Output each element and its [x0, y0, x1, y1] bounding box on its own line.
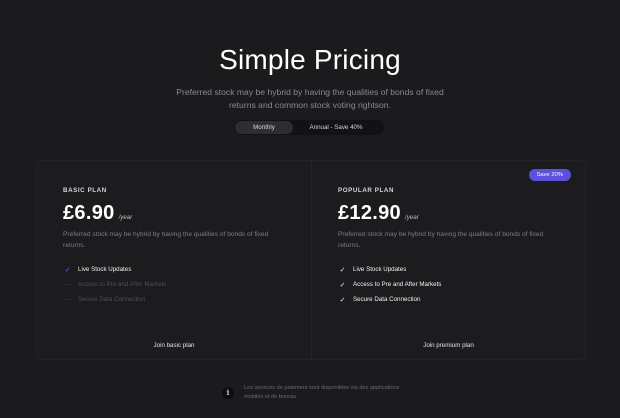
info-icon: i [222, 386, 234, 399]
plan-period: /year [404, 214, 419, 221]
feature-item: — Secure Data Connection [63, 292, 166, 307]
feature-list: ✓ Live Stock Updates — Access to Pre and… [63, 262, 166, 307]
plan-label: POPULAR PLAN [338, 187, 395, 194]
plan-price: £6.90 [63, 202, 115, 224]
plan-description: Preferred stock may be hybrid by having … [338, 231, 544, 249]
join-basic-button[interactable]: Join basic plan [37, 342, 311, 349]
basic-plan-card: BASIC PLAN £6.90 /year Preferred stock m… [36, 160, 311, 360]
page-title: Simple Pricing [219, 44, 401, 75]
billing-toggle[interactable]: Monthly Annual - Save 40% [234, 120, 384, 135]
toggle-monthly[interactable]: Monthly [235, 121, 293, 134]
dash-icon: — [64, 281, 71, 288]
feature-label: Access to Pre and After Markets [353, 281, 442, 288]
save-badge: Save 20% [528, 169, 571, 181]
plan-label: BASIC PLAN [63, 187, 107, 194]
footer-text: Les services de paiement sont disponible… [244, 385, 400, 400]
price-row: £6.90 /year [63, 202, 132, 225]
footer-note: i Les services de paiement sont disponib… [222, 384, 422, 401]
plan-period: /year [118, 214, 133, 221]
page-subtitle: Preferred stock may be hybrid by having … [176, 87, 444, 110]
feature-label: Access to Pre and After Markets [78, 281, 167, 288]
feature-item: ✓ Access to Pre and After Markets [338, 277, 442, 292]
feature-item: ✓ Live Stock Updates [338, 262, 441, 277]
feature-label: Live Stock Updates [78, 266, 132, 273]
feature-item: — Access to Pre and After Markets [63, 277, 166, 292]
popular-plan-card: Save 20% POPULAR PLAN £12.90 /year Prefe… [311, 160, 586, 360]
plan-description: Preferred stock may be hybrid by having … [63, 231, 269, 249]
check-icon: ✓ [339, 281, 346, 289]
join-premium-button[interactable]: Join premium plan [312, 342, 585, 349]
feature-item: ✓ Secure Data Connection [338, 292, 441, 307]
check-icon: ✓ [339, 296, 346, 304]
feature-list: ✓ Live Stock Updates ✓ Access to Pre and… [338, 262, 442, 307]
check-icon: ✓ [339, 266, 346, 274]
check-icon: ✓ [64, 266, 71, 274]
plan-price: £12.90 [338, 202, 401, 224]
feature-label: Live Stock Updates [353, 266, 407, 273]
pricing-cards: BASIC PLAN £6.90 /year Preferred stock m… [36, 160, 586, 360]
feature-label: Secure Data Connection [353, 296, 421, 303]
dash-icon: — [64, 296, 71, 303]
toggle-annual[interactable]: Annual - Save 40% [293, 121, 379, 134]
price-row: £12.90 /year [338, 202, 419, 225]
feature-item: ✓ Live Stock Updates [63, 262, 166, 277]
feature-label: Secure Data Connection [78, 296, 146, 303]
